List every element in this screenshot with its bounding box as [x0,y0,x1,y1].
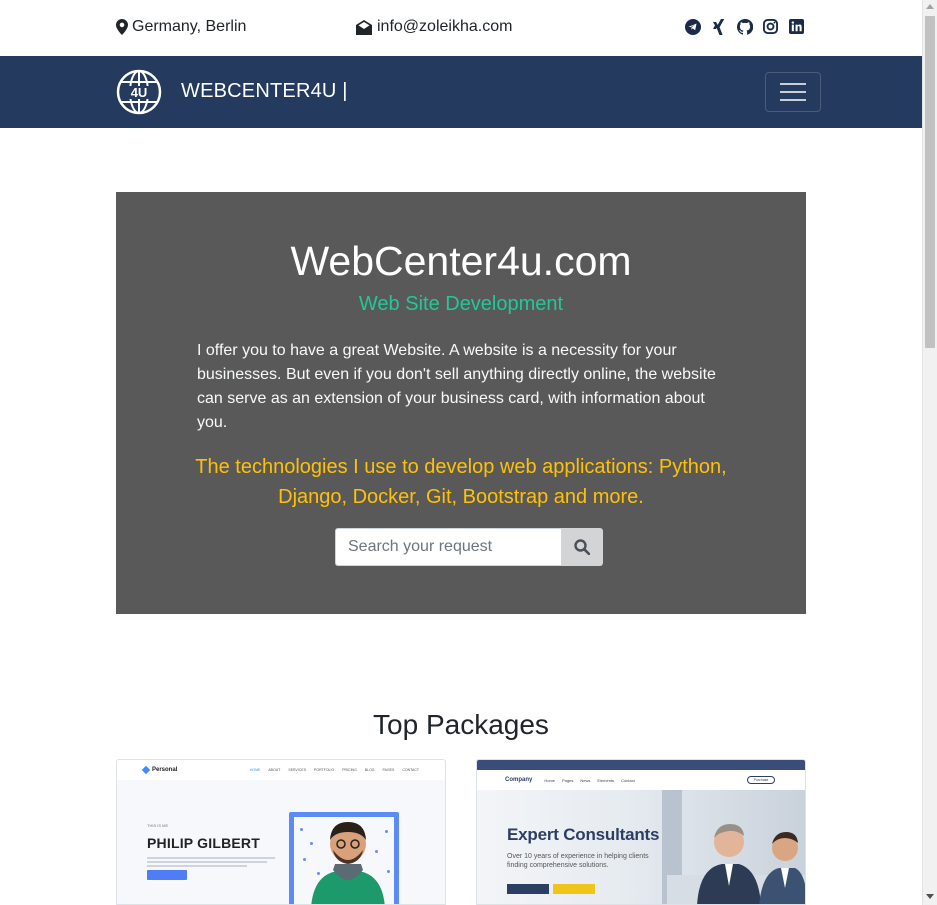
logo-text: 4U [131,85,148,100]
preview-links: Home Pages News Elements Contact [544,777,635,783]
section-title: Top Packages [373,709,549,740]
preview-topbar [477,760,805,770]
card-preview-nav: Company Home Pages News Elements Contact… [477,770,805,790]
github-icon[interactable] [736,18,753,35]
technologies-text: The technologies I use to develop web ap… [195,456,727,508]
globe-logo-icon[interactable]: 4U [116,69,162,115]
package-card[interactable]: Personal HOME ABOUT SERVICES PORTFOLIO P… [116,759,446,905]
hero-subtitle: Web Site Development [358,293,564,315]
package-card[interactable]: Company Home Pages News Elements Contact… [476,759,806,905]
scroll-thumb[interactable] [925,16,935,348]
person-illustration [311,822,385,904]
hero-description: I offer you to have a great Website. A w… [197,342,716,431]
search-button[interactable] [561,528,603,566]
search-icon [574,539,590,555]
map-marker-icon [116,19,128,35]
telegram-icon[interactable] [684,18,701,35]
card-preview-image: THIS IS ME PHILIP GILBERT [117,780,445,904]
main-navbar: 4U WEBCENTER4U | [0,56,922,128]
hero-section: WebCenter4u.com Web Site Development I o… [116,192,806,614]
location-text: Germany, Berlin [132,18,247,35]
envelope-open-icon [356,19,372,35]
preview-contact-button [553,884,595,894]
scroll-up-arrow-icon[interactable] [926,4,934,9]
card-preview-image: Expert Consultants Over 10 years of expe… [477,790,805,904]
search-form [335,528,603,566]
preview-heading: Expert Consultants [507,825,660,844]
linkedin-icon[interactable] [788,18,805,35]
preview-read-more-button [507,884,549,894]
scroll-down-arrow-icon[interactable] [926,894,934,899]
email-info[interactable]: info@zoleikha.com [356,18,512,36]
preview-button [147,870,187,880]
preview-button: Purchase [747,776,775,784]
location-info: Germany, Berlin [116,18,246,36]
preview-brand: Company [505,777,533,783]
social-links [684,18,805,35]
preview-brand: Personal [141,765,177,775]
preview-heading: PHILIP GILBERT [147,835,260,851]
page-scrollbar[interactable] [922,0,937,905]
business-people-illustration [667,824,805,904]
email-text[interactable]: info@zoleikha.com [377,18,512,36]
hero-title: WebCenter4u.com [290,238,632,284]
preview-text: Over 10 years of experience in helping c… [507,853,649,869]
instagram-icon[interactable] [762,18,779,35]
brand-name[interactable]: WEBCENTER4U | [181,80,348,103]
search-input[interactable] [335,528,561,566]
top-info-bar: Germany, Berlin info@zoleikha.com [0,0,922,56]
card-preview-nav: Personal HOME ABOUT SERVICES PORTFOLIO P… [117,760,445,780]
hamburger-menu-icon[interactable] [765,72,821,112]
preview-tagline: THIS IS ME [147,823,169,828]
xing-icon[interactable] [710,18,727,35]
preview-links: HOME ABOUT SERVICES PORTFOLIO PRICING BL… [249,768,419,772]
